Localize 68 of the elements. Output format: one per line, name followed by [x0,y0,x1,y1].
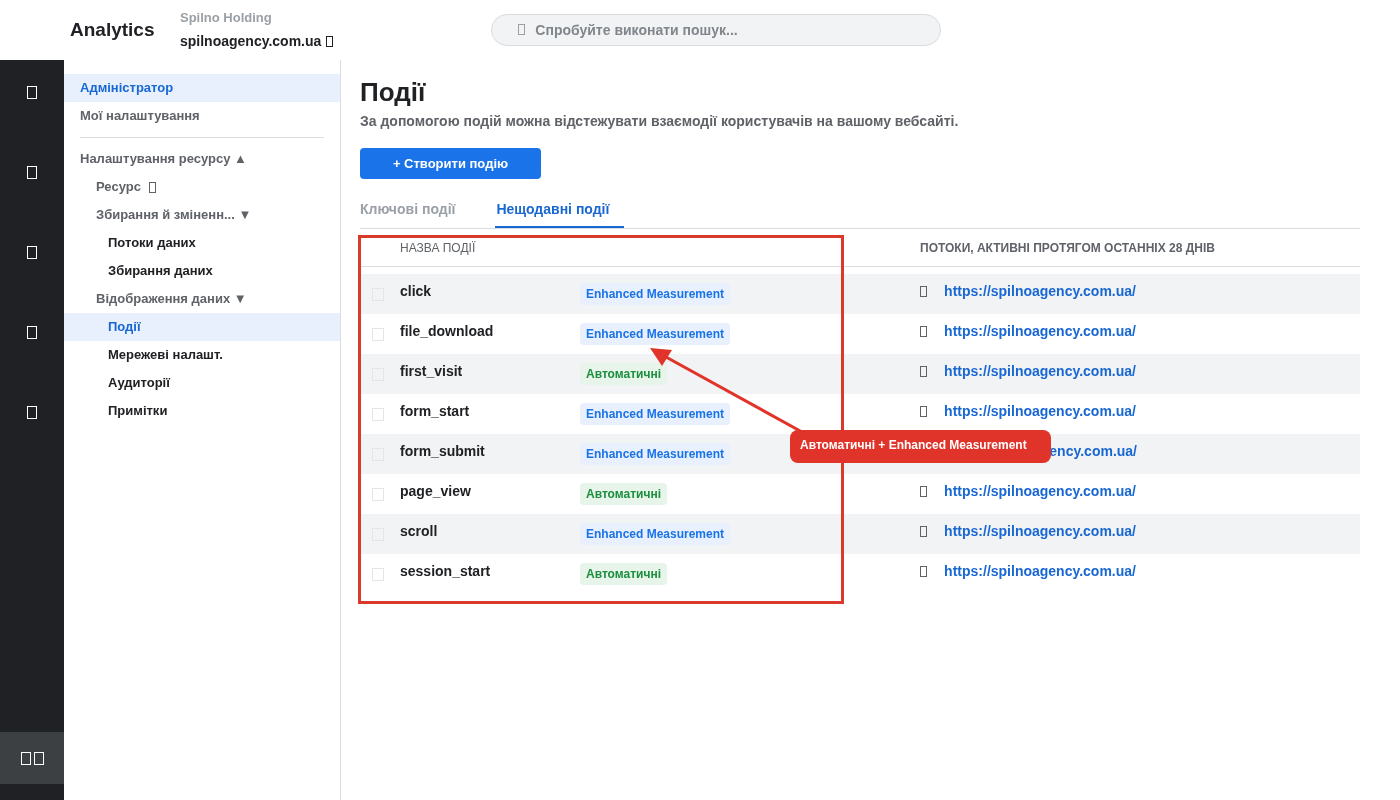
square-icon [27,405,37,419]
row-checkbox[interactable] [372,407,384,421]
link-icon [920,565,927,577]
square-icon [326,35,334,47]
square-icon [20,751,31,765]
event-name: session_start [400,561,491,581]
event-name: form_submit [400,441,485,461]
event-tag: Автоматичні [580,563,667,585]
stream-link[interactable]: https://spilnoagency.com.ua/ [944,520,1136,542]
sidebar-item[interactable]: Ресурс [64,173,340,201]
sidebar-item[interactable]: Адміністратор [64,74,340,102]
stream-link[interactable]: https://spilnoagency.com.ua/ [944,480,1136,502]
event-name: form_start [400,401,470,421]
stream-link[interactable]: https://spilnoagency.com.ua/ [944,560,1136,582]
square-icon [27,165,37,179]
sidebar-item[interactable]: Збирання й зміненн... ▼ [64,201,340,229]
event-tag: Enhanced Measurement [580,443,731,465]
row-checkbox[interactable] [372,487,384,501]
event-name: click [400,281,432,301]
page-description: За допомогою подій можна відстежувати взаємодії користувачів на вашому вебсайті. [360,112,960,131]
link-icon [920,405,927,417]
square-icon [148,181,156,193]
event-name: first_visit [400,361,463,381]
tab[interactable]: Нещодавні події [495,199,625,228]
event-tag: Enhanced Measurement [580,523,731,545]
link-icon [920,285,927,297]
account-selector[interactable]: Spilno Holding spilnoagency.com.ua [180,8,334,52]
square-icon [33,751,44,765]
sidebar-item[interactable]: Аудиторії [64,369,340,397]
event-tag: Enhanced Measurement [580,403,731,425]
link-icon [920,485,927,497]
row-checkbox[interactable] [372,327,384,341]
sidebar-item[interactable]: Потоки даних [64,229,340,257]
link-icon [920,325,927,337]
event-tag: Автоматичні [580,363,667,385]
event-tag: Enhanced Measurement [580,323,731,345]
square-icon [27,85,37,99]
app-title: Analytics [70,17,156,42]
stream-link[interactable]: ency.com.ua/ [1049,440,1137,462]
create-event-button[interactable]: + Створити подію [360,148,541,179]
stream-link[interactable]: https://spilnoagency.com.ua/ [944,360,1136,382]
square-icon [27,325,37,339]
sidebar-item[interactable]: Події [64,313,340,341]
column-header: ПОТОКИ, АКТИВНІ ПРОТЯГОМ ОСТАННІХ 28 ДНІВ [920,239,1215,257]
column-header: НАЗВА ПОДІЇ [400,239,476,257]
sidebar-item[interactable]: Примітки [64,397,340,425]
link-icon [920,525,927,537]
event-name: scroll [400,521,438,541]
sidebar-item[interactable]: Мої налаштування [64,102,340,130]
expand-button[interactable] [0,732,64,784]
page-title: Події [360,76,427,108]
event-name: page_view [400,481,471,501]
link-icon [920,365,927,377]
stream-link[interactable]: https://spilnoagency.com.ua/ [944,280,1136,302]
sidebar-item[interactable]: Відображення даних ▼ [64,285,340,313]
square-icon [27,245,37,259]
event-tag: Enhanced Measurement [580,283,731,305]
stream-link[interactable]: https://spilnoagency.com.ua/ [944,400,1136,422]
row-checkbox[interactable] [372,567,384,581]
search-field[interactable]: Спробуйте виконати пошук... [491,14,942,46]
annotation-callout: Автоматичні + Enhanced Measurement [790,430,1051,463]
sidebar-item[interactable]: Мережеві налашт. [64,341,340,369]
search-icon [518,24,526,35]
event-name: file_download [400,321,494,341]
sidebar-item[interactable]: Збирання даних [64,257,340,285]
stream-link[interactable]: https://spilnoagency.com.ua/ [944,320,1136,342]
event-tag: Автоматичні [580,483,667,505]
sidebar-item[interactable]: Налаштування ресурсу ▲ [64,145,340,173]
